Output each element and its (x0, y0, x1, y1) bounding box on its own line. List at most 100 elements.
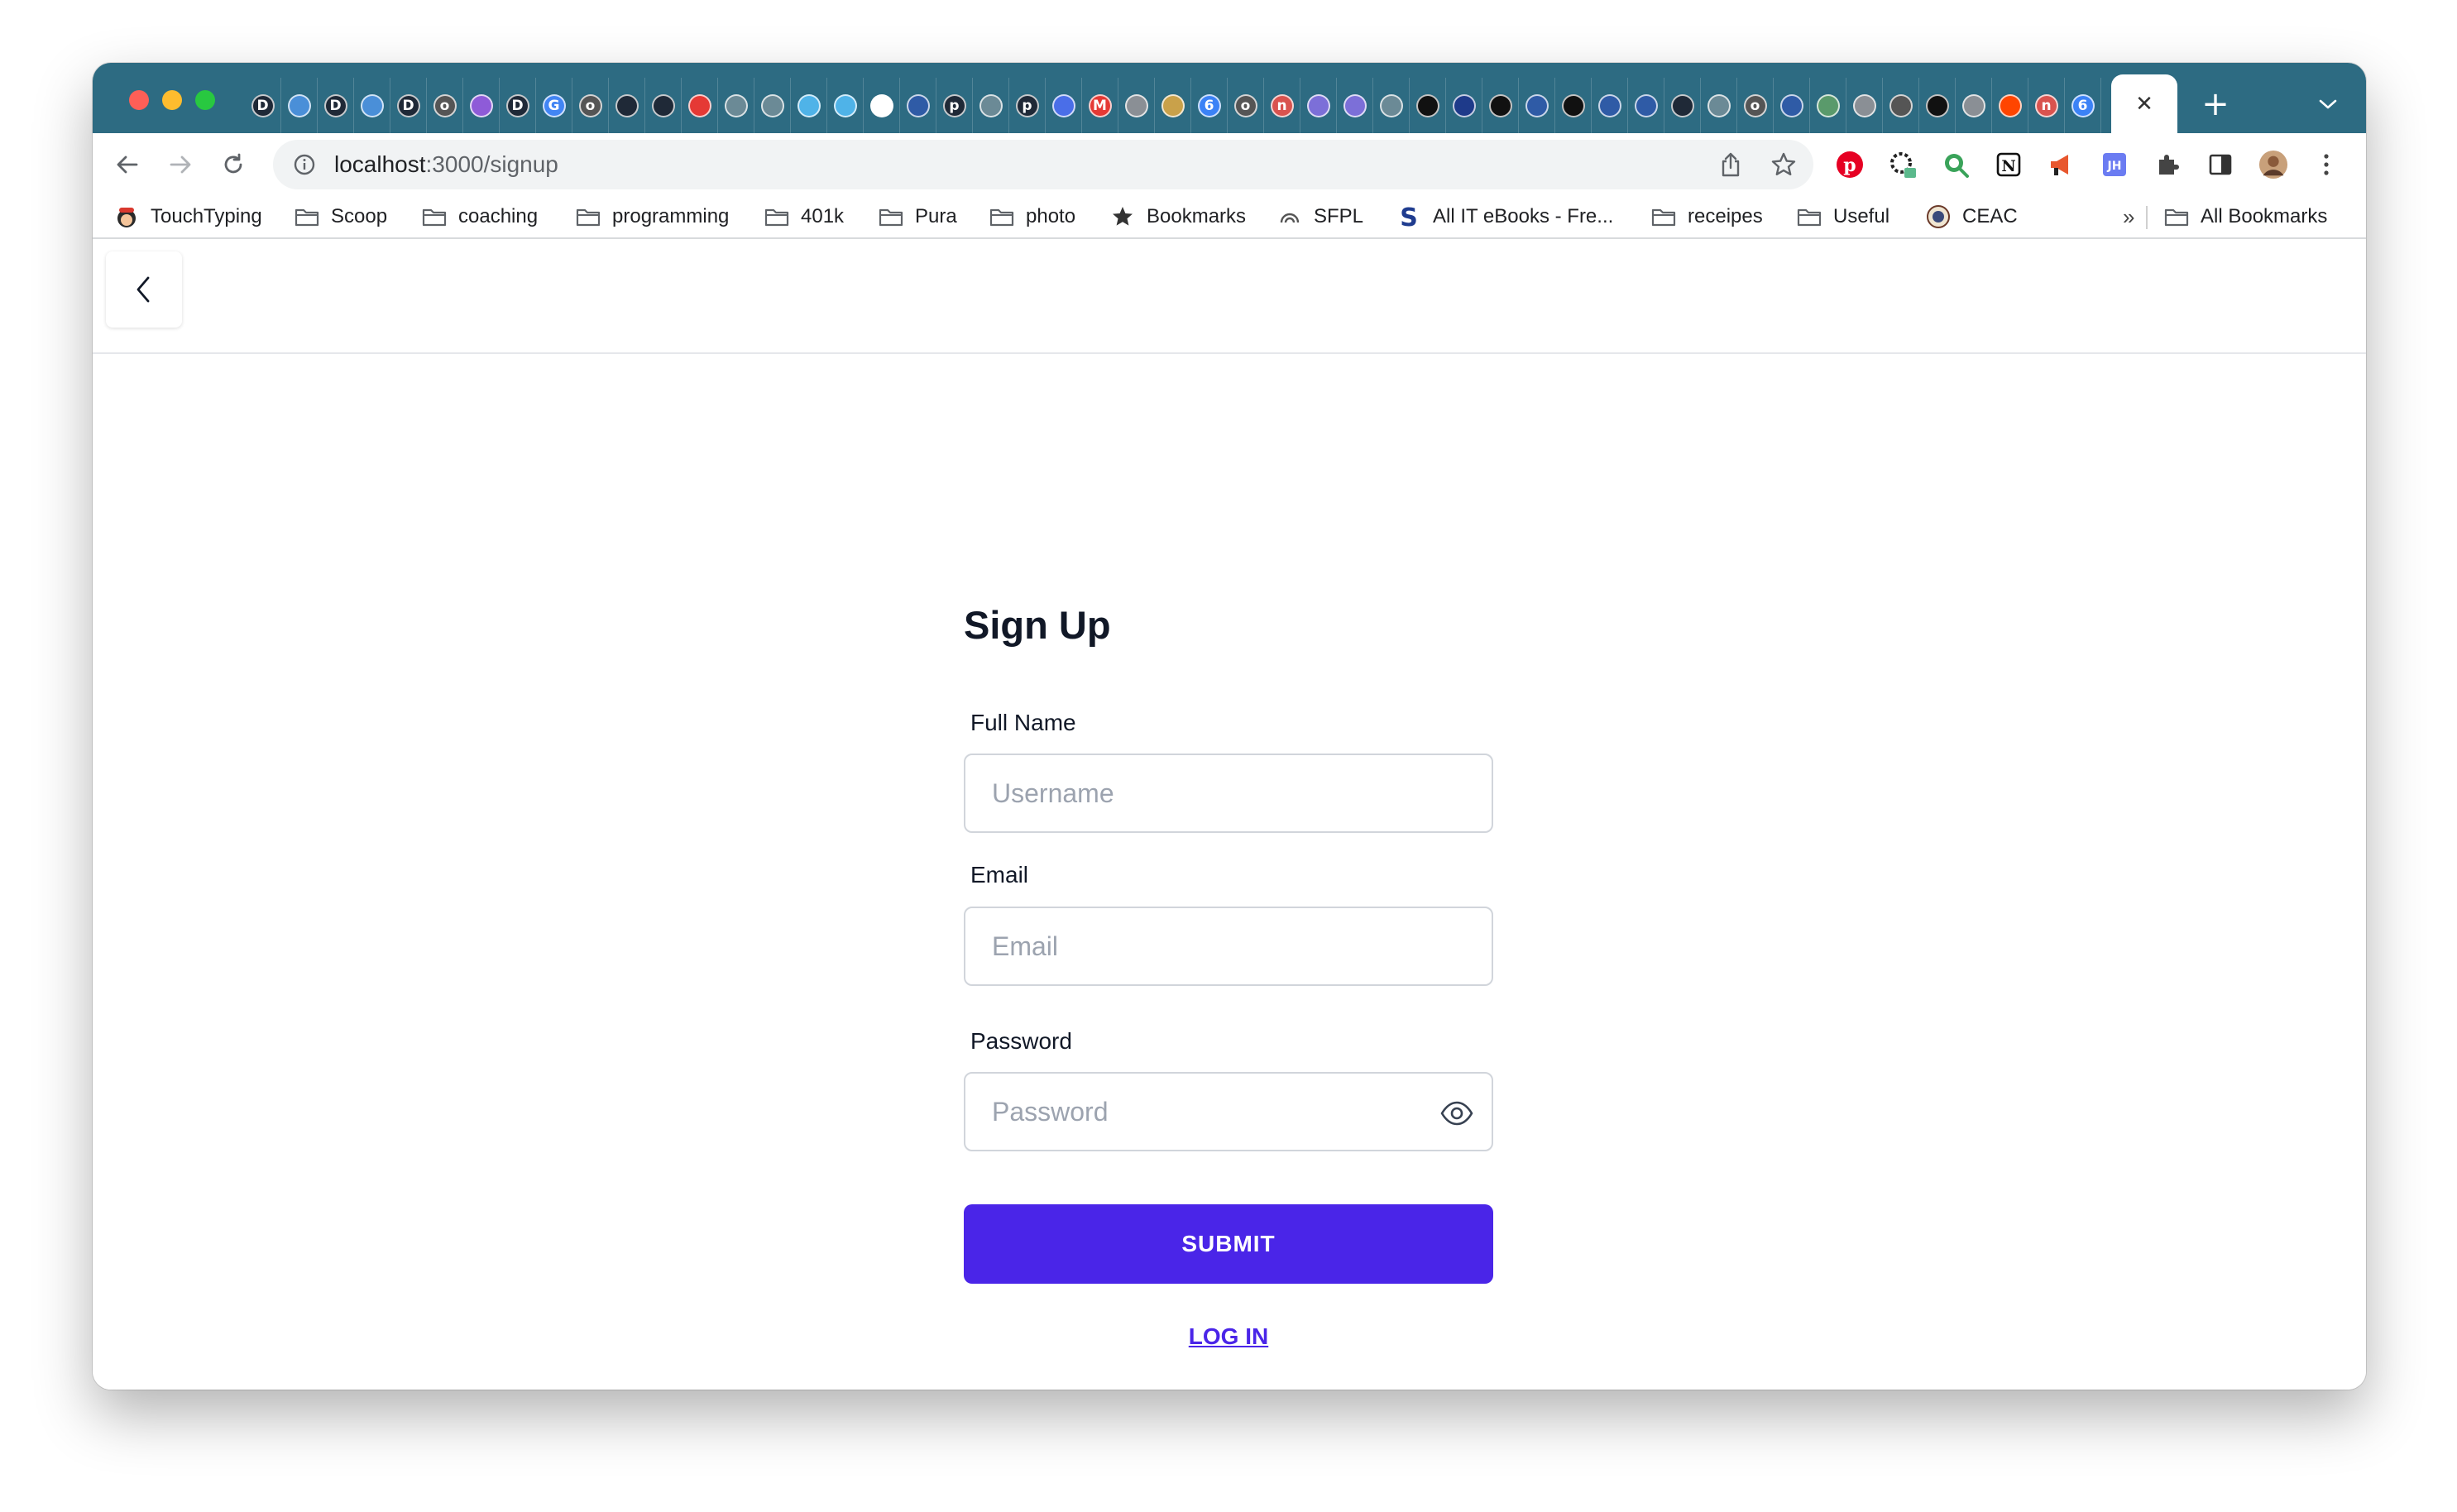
pinned-tab[interactable] (973, 78, 1009, 133)
close-tab-icon[interactable]: ✕ (2135, 92, 2153, 117)
full-name-input[interactable] (965, 755, 1492, 831)
pinned-tab[interactable] (1956, 78, 1992, 133)
pinned-tab[interactable] (1628, 78, 1664, 133)
pinned-tab[interactable] (1774, 78, 1810, 133)
pinned-tab[interactable]: M (1082, 78, 1118, 133)
forward-button[interactable] (160, 145, 200, 184)
menu-kebab-icon[interactable] (2311, 150, 2341, 179)
bookmark-touchtyping[interactable]: TouchTyping (114, 196, 262, 237)
tab-search-button[interactable] (2311, 88, 2344, 121)
bookmark-photo[interactable]: photo (989, 196, 1075, 237)
submit-button[interactable]: SUBMIT (964, 1204, 1493, 1284)
pinned-tab[interactable] (609, 78, 645, 133)
pinned-tab[interactable] (1810, 78, 1846, 133)
reload-button[interactable] (213, 145, 253, 184)
pinned-tab[interactable] (1664, 78, 1701, 133)
bookmark-coaching[interactable]: coaching (422, 196, 538, 237)
pinned-tab[interactable]: n (1264, 78, 1300, 133)
pinned-tab[interactable]: D (245, 78, 281, 133)
circle-icon (760, 93, 784, 117)
pinned-tab[interactable]: D (500, 78, 536, 133)
pinned-tab[interactable]: o (572, 78, 609, 133)
bookmark-programming[interactable]: programming (576, 196, 729, 237)
new-tab-button[interactable]: + (2192, 81, 2239, 127)
search-extension-icon[interactable] (1941, 150, 1971, 179)
pinned-tab[interactable]: p (1009, 78, 1046, 133)
zoom-window-button[interactable] (195, 90, 215, 110)
extension-gear-icon[interactable] (1888, 150, 1918, 179)
back-nav-button[interactable] (106, 251, 182, 328)
notion-icon[interactable]: N (1994, 150, 2024, 179)
pinned-tab[interactable] (1446, 78, 1482, 133)
bookmark-useful[interactable]: Useful (1797, 196, 1889, 237)
login-link[interactable]: LOG IN (964, 1323, 1493, 1350)
pinned-tab[interactable] (754, 78, 791, 133)
pinned-tab[interactable] (1592, 78, 1628, 133)
pinned-tab[interactable]: n (2028, 78, 2065, 133)
back-button[interactable] (108, 145, 147, 184)
bookmark-scoop[interactable]: Scoop (295, 196, 387, 237)
pinned-tab[interactable] (1846, 78, 1883, 133)
pinned-tab[interactable]: D (390, 78, 427, 133)
bookmark-401k[interactable]: 401k (764, 196, 844, 237)
pinned-tab[interactable]: 6 (2065, 78, 2101, 133)
eye-icon[interactable] (1437, 1093, 1477, 1133)
pinned-tab[interactable] (1155, 78, 1191, 133)
share-icon[interactable] (1714, 148, 1747, 181)
pinned-tab[interactable] (1300, 78, 1337, 133)
bookmark-sfpl[interactable]: SFPL (1277, 196, 1363, 237)
password-input[interactable] (965, 1074, 1492, 1150)
all-bookmarks-button[interactable]: All Bookmarks (2164, 196, 2327, 237)
bookmark-receipes[interactable]: receipes (1651, 196, 1763, 237)
url-text[interactable]: localhost:3000/signup (334, 140, 558, 189)
pinned-tab[interactable] (1337, 78, 1373, 133)
email-input[interactable] (965, 908, 1492, 984)
bookmark-bookmarks[interactable]: Bookmarks (1110, 196, 1246, 237)
pinned-tab[interactable] (354, 78, 390, 133)
pinned-tab[interactable] (463, 78, 500, 133)
side-panel-icon[interactable] (2206, 150, 2235, 179)
pinned-tab[interactable]: o (1737, 78, 1774, 133)
megaphone-icon[interactable] (2047, 150, 2076, 179)
pinned-tab[interactable]: p (936, 78, 973, 133)
bookmark-star-icon[interactable] (1767, 148, 1800, 181)
pinned-tab[interactable] (864, 78, 900, 133)
extensions-puzzle-icon[interactable] (2153, 150, 2182, 179)
pinned-tab[interactable] (1883, 78, 1919, 133)
pinned-tab[interactable] (645, 78, 682, 133)
pinned-tab[interactable]: D (318, 78, 354, 133)
bookmark-all-it-ebooks[interactable]: S All IT eBooks - Fre... (1396, 196, 1613, 237)
pinned-tab[interactable] (1992, 78, 2028, 133)
url-path: :3000/signup (425, 151, 558, 177)
pinned-tab[interactable] (1555, 78, 1592, 133)
jh-extension-icon[interactable]: JH (2100, 150, 2129, 179)
pinned-tab[interactable]: o (427, 78, 463, 133)
pinned-tab[interactable] (900, 78, 936, 133)
address-bar[interactable]: localhost:3000/signup (273, 140, 1813, 189)
pinned-tab[interactable] (1519, 78, 1555, 133)
profile-avatar[interactable] (2258, 150, 2288, 179)
active-tab[interactable]: ✕ (2111, 74, 2177, 133)
pinned-tab[interactable] (1701, 78, 1737, 133)
bookmark-pura[interactable]: Pura (879, 196, 957, 237)
minimize-window-button[interactable] (162, 90, 182, 110)
bookmarks-overflow-button[interactable]: » (2123, 196, 2134, 237)
pinned-tab[interactable] (791, 78, 827, 133)
pinned-tab[interactable]: o (1228, 78, 1264, 133)
pinned-tab[interactable] (1118, 78, 1155, 133)
pinned-tab[interactable] (1919, 78, 1956, 133)
pinned-tab[interactable] (1482, 78, 1519, 133)
pinned-tab[interactable] (281, 78, 318, 133)
pinned-tab[interactable]: 6 (1191, 78, 1228, 133)
close-window-button[interactable] (129, 90, 149, 110)
pinned-tab[interactable] (827, 78, 864, 133)
pinned-tab[interactable] (682, 78, 718, 133)
pinterest-icon[interactable]: p (1835, 150, 1865, 179)
pinned-tab[interactable]: G (536, 78, 572, 133)
site-info-icon[interactable] (290, 150, 319, 179)
pinned-tab[interactable] (1410, 78, 1446, 133)
pinned-tab[interactable] (1046, 78, 1082, 133)
pinned-tab[interactable] (718, 78, 754, 133)
pinned-tab[interactable] (1373, 78, 1410, 133)
bookmark-ceac[interactable]: CEAC (1926, 196, 2018, 237)
